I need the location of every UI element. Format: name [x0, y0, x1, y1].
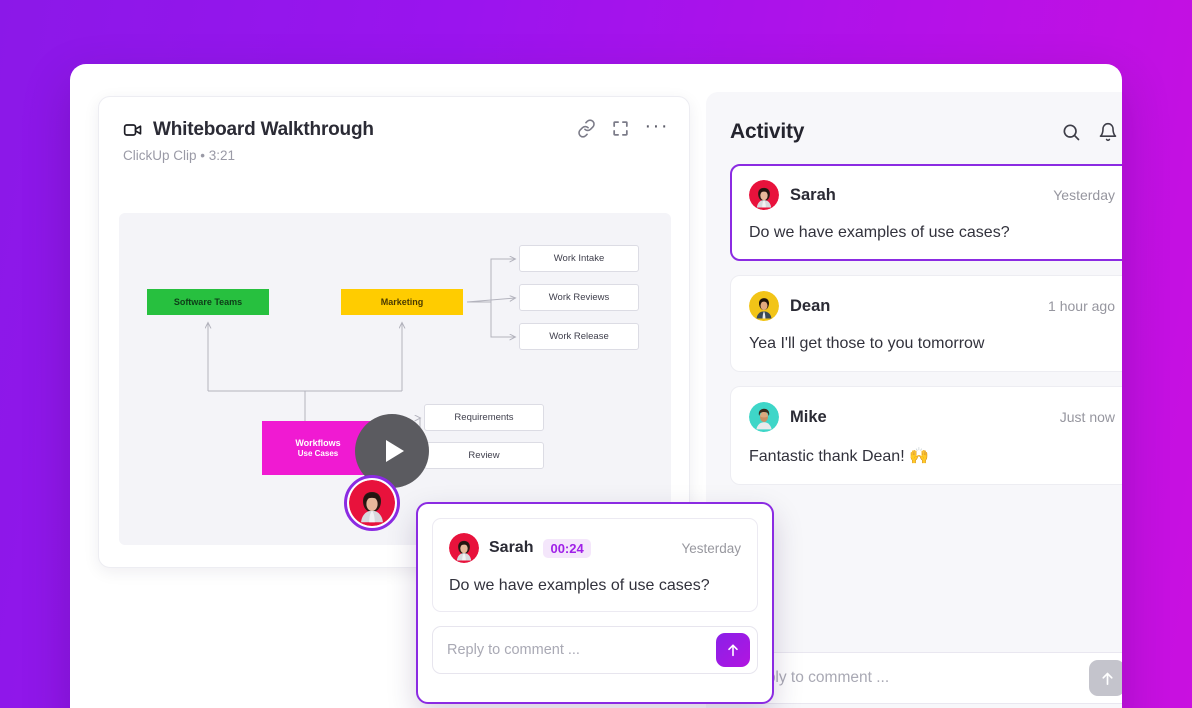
popup-timestamp-badge[interactable]: 00:24: [543, 538, 591, 558]
node-label-line2: Use Cases: [297, 448, 339, 458]
whiteboard-box-review[interactable]: Review: [424, 442, 544, 469]
activity-when: 1 hour ago: [1048, 298, 1115, 314]
notifications-button[interactable]: 3: [1098, 122, 1122, 142]
link-icon[interactable]: [577, 119, 596, 138]
activity-when: Just now: [1059, 409, 1115, 425]
popup-comment-text: Do we have examples of use cases?: [449, 577, 710, 594]
clip-subtitle: ClickUp Clip • 3:21: [123, 148, 236, 163]
activity-item-sarah[interactable]: Sarah Yesterday Do we have examples of u…: [730, 164, 1122, 261]
popup-when: Yesterday: [681, 540, 741, 556]
sarah-avatar: [749, 180, 779, 210]
activity-author: Mike: [790, 407, 827, 426]
activity-author: Dean: [790, 296, 831, 315]
clip-card: Whiteboard Walkthrough ClickUp Clip • 3:…: [98, 96, 690, 568]
arrow-up-icon: [725, 642, 741, 658]
node-label: Marketing: [380, 296, 424, 307]
arrow-up-icon: [1099, 670, 1115, 686]
activity-text: Fantastic thank Dean! 🙌: [749, 448, 930, 465]
whiteboard-node-software-teams[interactable]: Software Teams: [147, 289, 269, 315]
sarah-avatar: [349, 480, 395, 526]
activity-text: Do we have examples of use cases?: [749, 224, 1010, 241]
popup-author: Sarah: [489, 539, 534, 556]
activity-reply-row: [730, 652, 1122, 704]
activity-reply-input[interactable]: [731, 653, 1122, 703]
popup-comment-card: Sarah 00:24 Yesterday Do we have example…: [432, 518, 758, 612]
video-camera-icon: [123, 120, 143, 140]
whiteboard-box-work-intake[interactable]: Work Intake: [519, 245, 639, 272]
whiteboard-box-work-release[interactable]: Work Release: [519, 323, 639, 350]
activity-tools: 3: [1061, 122, 1122, 142]
bell-icon: [1098, 122, 1118, 142]
node-label-line1: Workflows: [295, 437, 341, 448]
clip-actions: ···: [577, 116, 669, 138]
mike-avatar: [749, 402, 779, 432]
activity-item-header: Sarah Yesterday: [749, 180, 1115, 210]
more-icon[interactable]: ···: [645, 116, 669, 137]
whiteboard-preview[interactable]: Software Teams Marketing Workflows Use C…: [119, 213, 671, 545]
whiteboard-comment-avatar[interactable]: [344, 475, 400, 531]
app-window: Whiteboard Walkthrough ClickUp Clip • 3:…: [70, 64, 1122, 708]
activity-send-button[interactable]: [1089, 660, 1122, 696]
activity-text: Yea I'll get those to you tomorrow: [749, 335, 985, 352]
activity-item-dean[interactable]: Dean 1 hour ago Yea I'll get those to yo…: [730, 275, 1122, 372]
popup-reply-row: [432, 626, 758, 674]
dean-avatar: [749, 291, 779, 321]
clip-header: Whiteboard Walkthrough ClickUp Clip • 3:…: [99, 97, 689, 164]
play-triangle-icon: [386, 440, 404, 462]
popup-reply-input[interactable]: [433, 627, 757, 673]
whiteboard-box-work-reviews[interactable]: Work Reviews: [519, 284, 639, 311]
search-icon[interactable]: [1061, 122, 1081, 142]
activity-title: Activity: [730, 120, 805, 143]
activity-item-header: Mike Just now: [749, 402, 1115, 432]
activity-when: Yesterday: [1053, 187, 1115, 203]
popup-send-button[interactable]: [716, 633, 750, 667]
expand-icon[interactable]: [611, 119, 630, 138]
popup-comment-header: Sarah 00:24 Yesterday: [449, 533, 741, 563]
activity-author: Sarah: [790, 185, 836, 204]
activity-item-mike[interactable]: Mike Just now Fantastic thank Dean! 🙌: [730, 386, 1122, 485]
whiteboard-box-requirements[interactable]: Requirements: [424, 404, 544, 431]
activity-item-header: Dean 1 hour ago: [749, 291, 1115, 321]
clip-title: Whiteboard Walkthrough: [153, 119, 374, 140]
whiteboard-node-marketing[interactable]: Marketing: [341, 289, 463, 315]
activity-header: Activity 3: [730, 120, 1122, 144]
node-label: Software Teams: [173, 296, 243, 307]
comment-popup: Sarah 00:24 Yesterday Do we have example…: [416, 502, 774, 704]
sarah-avatar: [449, 533, 479, 563]
